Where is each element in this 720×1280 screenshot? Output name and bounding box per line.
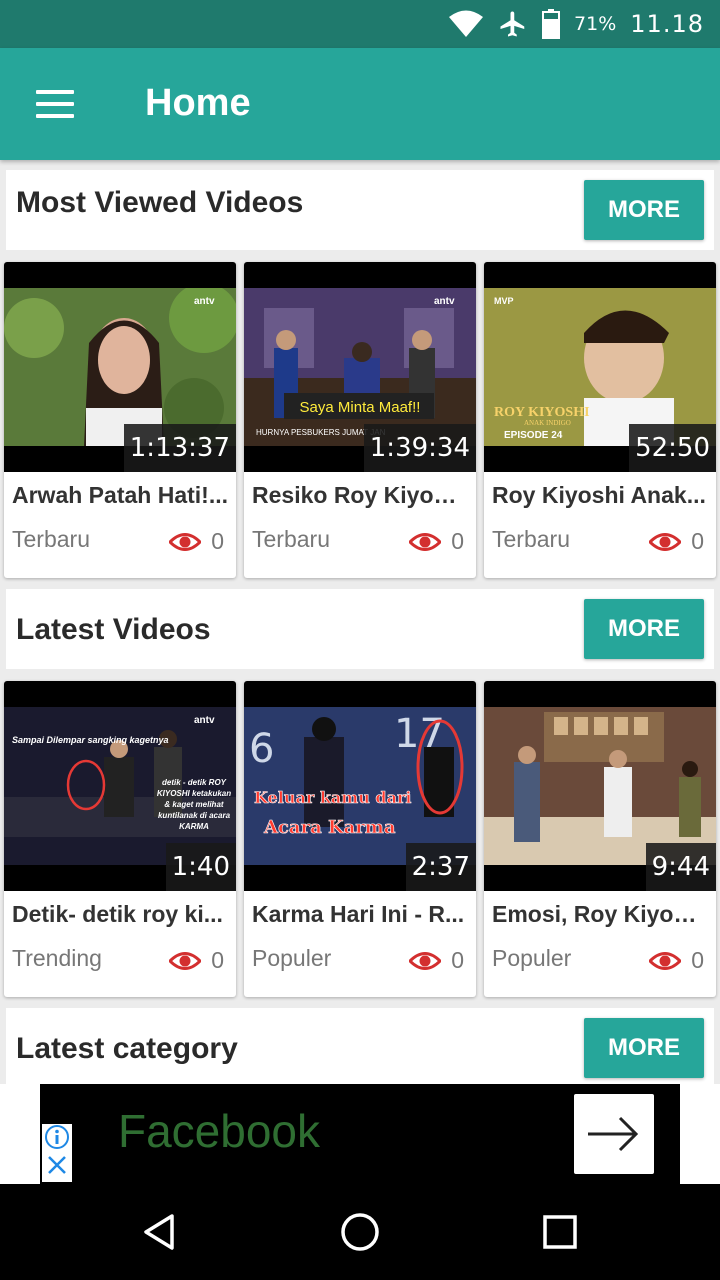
video-subcaption: ANAK INDIGO — [524, 419, 571, 427]
channel-logo: antv — [194, 715, 215, 726]
video-title: Resiko Roy Kiyosh... — [252, 482, 468, 508]
video-thumbnail[interactable]: antv 1:13:37 — [4, 262, 236, 472]
eye-icon — [649, 532, 682, 551]
view-count: 0 — [649, 528, 704, 555]
ad-info-controls — [42, 1124, 72, 1182]
svg-text:6: 6 — [249, 726, 274, 772]
view-count: 0 — [169, 947, 224, 974]
video-card[interactable]: ROY KIYOSHI ANAK INDIGO EPISODE 24 MVP 5… — [484, 262, 716, 578]
eye-icon — [409, 532, 442, 551]
video-title: Arwah Patah Hati!... — [12, 482, 228, 508]
video-caption: Keluar kamu dari — [254, 788, 411, 807]
channel-logo: antv — [194, 296, 215, 307]
view-count-value: 0 — [691, 947, 704, 973]
video-duration: 1:39:34 — [363, 424, 476, 472]
video-subcaption: Acara Karma — [263, 817, 396, 838]
eye-icon — [409, 951, 442, 970]
video-category: Populer — [252, 945, 332, 971]
section-title: Latest category — [16, 1032, 238, 1065]
section-header-latest-category: Latest category MORE — [6, 1008, 714, 1084]
battery-icon — [542, 9, 561, 39]
clock: 11.18 — [630, 10, 704, 38]
video-category: Trending — [12, 945, 102, 971]
ad-banner[interactable]: Facebook — [0, 1084, 720, 1184]
video-thumbnail[interactable]: ROY KIYOSHI ANAK INDIGO EPISODE 24 MVP 5… — [484, 262, 716, 472]
video-card[interactable]: 9:44 Emosi, Roy Kiyosh... Populer 0 — [484, 681, 716, 997]
video-duration: 9:44 — [645, 843, 716, 891]
back-triangle-icon[interactable] — [136, 1208, 184, 1256]
view-count: 0 — [409, 947, 464, 974]
view-count-value: 0 — [451, 528, 464, 554]
channel-logo: MVP — [494, 296, 514, 306]
video-card[interactable]: 6 17 Keluar kamu dari Acara Karma 2:37 K… — [244, 681, 476, 997]
video-thumbnail[interactable]: Saya Minta Maaf!! HURNYA PESBUKERS JUMAT… — [244, 262, 476, 472]
status-bar: 71% 11.18 — [0, 0, 720, 48]
video-category: Terbaru — [492, 526, 570, 552]
video-title: Roy Kiyoshi Anak... — [492, 482, 706, 508]
recents-square-icon[interactable] — [536, 1208, 584, 1256]
video-thumbnail[interactable]: 6 17 Keluar kamu dari Acara Karma 2:37 — [244, 681, 476, 891]
section-header-latest-videos: Latest Videos MORE — [6, 589, 714, 669]
video-thumbnail[interactable]: 9:44 — [484, 681, 716, 891]
video-card[interactable]: Saya Minta Maaf!! HURNYA PESBUKERS JUMAT… — [244, 262, 476, 578]
view-count-value: 0 — [211, 528, 224, 554]
video-episode: EPISODE 24 — [504, 430, 563, 441]
video-duration: 2:37 — [405, 843, 476, 891]
video-category: Populer — [492, 945, 572, 971]
view-count: 0 — [649, 947, 704, 974]
eye-icon — [169, 951, 202, 970]
video-subcaption: detik - detik ROY KIYOSHI ketakukan & ka… — [156, 778, 232, 831]
video-caption: ROY KIYOSHI — [494, 405, 590, 420]
more-button[interactable]: MORE — [584, 599, 704, 659]
system-nav-bar — [0, 1184, 720, 1280]
wifi-icon — [448, 10, 484, 38]
home-circle-icon[interactable] — [336, 1208, 384, 1256]
more-button[interactable]: MORE — [584, 1018, 704, 1078]
page-title: Home — [145, 82, 251, 124]
video-title: Emosi, Roy Kiyosh... — [492, 901, 708, 927]
view-count: 0 — [409, 528, 464, 555]
video-category: Terbaru — [12, 526, 90, 552]
video-card[interactable]: Sampai Dilempar sangking kagetnya detik … — [4, 681, 236, 997]
video-title: Detik- detik roy ki... — [12, 901, 223, 927]
battery-percent: 71% — [574, 13, 617, 35]
video-card[interactable]: antv 1:13:37 Arwah Patah Hati!... Terbar… — [4, 262, 236, 578]
airplane-icon — [498, 9, 528, 39]
section-title: Latest Videos — [16, 613, 211, 646]
ad-content[interactable]: Facebook — [40, 1084, 680, 1184]
channel-logo: antv — [434, 296, 455, 307]
arrow-right-icon[interactable] — [574, 1094, 654, 1174]
view-count-value: 0 — [451, 947, 464, 973]
video-caption: Sampai Dilempar sangking kagetnya — [12, 735, 169, 745]
video-thumbnail[interactable]: Sampai Dilempar sangking kagetnya detik … — [4, 681, 236, 891]
video-duration: 1:13:37 — [123, 424, 236, 472]
ad-text: Facebook — [118, 1105, 321, 1157]
video-duration: 52:50 — [629, 424, 716, 472]
info-icon[interactable] — [42, 1124, 72, 1152]
view-count-value: 0 — [211, 947, 224, 973]
video-caption: Saya Minta Maaf!! — [300, 399, 421, 416]
more-button[interactable]: MORE — [584, 180, 704, 240]
section-title: Most Viewed Videos — [16, 186, 304, 219]
view-count-value: 0 — [691, 528, 704, 554]
hamburger-menu-icon[interactable] — [26, 78, 86, 130]
app-bar: Home — [0, 48, 720, 160]
view-count: 0 — [169, 528, 224, 555]
section-header-most-viewed: Most Viewed Videos MORE — [6, 170, 714, 250]
video-category: Terbaru — [252, 526, 330, 552]
video-duration: 1:40 — [165, 843, 236, 891]
eye-icon — [649, 951, 682, 970]
video-title: Karma Hari Ini - R... — [252, 901, 465, 927]
close-x-icon[interactable] — [42, 1152, 72, 1180]
eye-icon — [169, 532, 202, 551]
